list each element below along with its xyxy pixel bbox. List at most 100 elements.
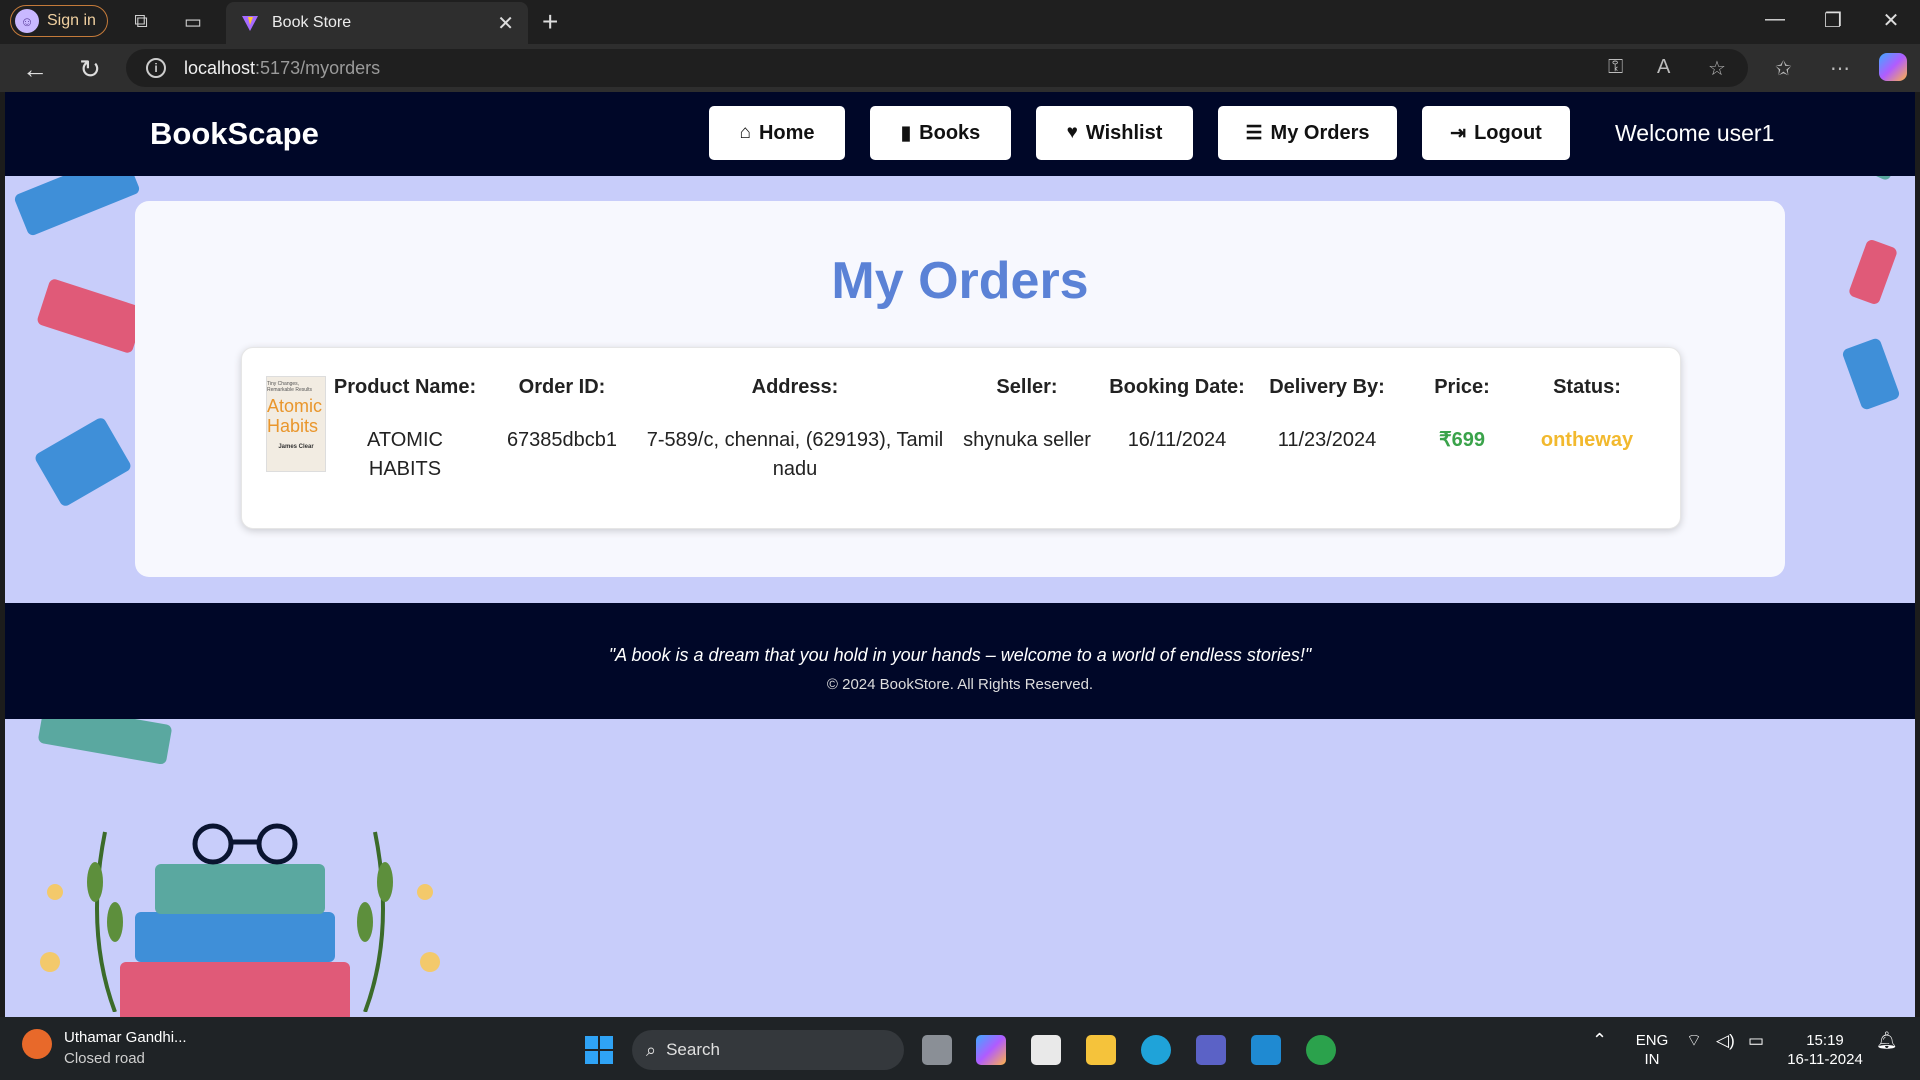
weather-subtitle[interactable]: Closed road	[64, 1050, 145, 1067]
address-bar-row: ← ↻ i localhost :5173/myorders ⚿ A ☆ ✩ ⋯	[0, 44, 1920, 92]
price-header: Price:	[1434, 376, 1490, 398]
wifi-icon[interactable]: ⌔	[1686, 1031, 1702, 1050]
site-info-icon[interactable]: i	[146, 58, 166, 78]
logout-label: Logout	[1474, 121, 1542, 144]
leaf-branch-icon	[357, 831, 440, 1012]
footer-copyright: © 2024 BookStore. All Rights Reserved.	[826, 676, 1094, 693]
decorative-book-icon	[1841, 337, 1901, 411]
cover-title: Atomic Habits	[267, 396, 323, 436]
close-window-icon[interactable]: ✕	[1871, 8, 1911, 33]
seller-column: Seller: shynuka seller	[952, 376, 1102, 455]
order-card: Tiny Changes, Remarkable Results Atomic …	[241, 347, 1681, 529]
weather-traffic-icon[interactable]	[22, 1029, 52, 1059]
footer-quote: "A book is a dream that you hold in your…	[608, 645, 1312, 665]
logout-button[interactable]: ⇥ Logout	[1422, 106, 1570, 160]
wishlist-button[interactable]: ♥ Wishlist	[1036, 106, 1193, 160]
logout-icon: ⇥	[1450, 122, 1467, 144]
clock[interactable]: 15:19 16-11-2024	[1785, 1031, 1865, 1069]
edge-browser-icon[interactable]	[1141, 1035, 1171, 1065]
cover-tagline: Tiny Changes, Remarkable Results	[267, 381, 313, 393]
clock-time: 15:19	[1806, 1032, 1844, 1049]
url-input[interactable]: i localhost :5173/myorders	[126, 49, 1748, 87]
product-value: ATOMIC HABITS	[367, 429, 443, 480]
tab-actions-icon[interactable]: ▭	[180, 9, 206, 35]
task-view-icon[interactable]	[922, 1035, 952, 1065]
close-tab-icon[interactable]: ✕	[497, 11, 514, 36]
seller-header: Seller:	[996, 376, 1058, 398]
more-options-icon[interactable]: ⋯	[1830, 56, 1850, 81]
leaf-branch-icon	[40, 831, 123, 1012]
product-header: Product Name:	[333, 376, 477, 398]
order-id-header: Order ID:	[518, 376, 606, 398]
orders-panel: My Orders Tiny Changes, Remarkable Resul…	[135, 201, 1785, 577]
tab-book-store[interactable]: Book Store ✕	[226, 2, 528, 44]
microsoft-store-icon[interactable]	[1031, 1035, 1061, 1065]
volume-icon[interactable]: ◁)	[1716, 1031, 1735, 1050]
order-id-value: 67385dbcb1	[506, 429, 618, 451]
language-code: ENG	[1635, 1032, 1669, 1049]
notification-bell-icon[interactable]: 🔔︎	[1876, 1031, 1898, 1050]
cover-author: James Clear	[278, 444, 314, 450]
booking-date-column: Booking Date: 16/11/2024	[1102, 376, 1252, 455]
address-header: Address:	[751, 376, 839, 398]
book-icon: ▮	[900, 122, 912, 144]
show-hidden-icons-icon[interactable]: ⌃	[1592, 1031, 1607, 1050]
decorative-book-icon	[1847, 238, 1899, 306]
my-orders-button[interactable]: ☰ My Orders	[1218, 106, 1397, 160]
language-indicator[interactable]: ENG IN	[1632, 1031, 1672, 1069]
vscode-icon[interactable]	[1251, 1035, 1281, 1065]
chrome-icon[interactable]	[1306, 1035, 1336, 1065]
url-host: localhost	[184, 57, 256, 78]
home-button[interactable]: ⌂ Home	[709, 106, 845, 160]
back-icon[interactable]: ←	[17, 54, 53, 85]
books-button[interactable]: ▮ Books	[870, 106, 1011, 160]
key-icon[interactable]: ⚿	[1608, 56, 1623, 79]
url-path: :5173/myorders	[255, 57, 381, 78]
taskbar-search[interactable]: ⌕ Search	[632, 1030, 904, 1070]
address-column: Address: 7-589/c, chennai, (629193), Tam…	[640, 376, 950, 484]
price-value: ₹699	[1438, 429, 1486, 451]
site-footer: "A book is a dream that you hold in your…	[5, 603, 1915, 719]
seller-value: shynuka seller	[963, 429, 1091, 451]
tab-title: Book Store	[272, 14, 352, 31]
home-icon: ⌂	[739, 122, 751, 143]
language-region: IN	[1644, 1051, 1660, 1068]
site-navbar: BookScape ⌂ Home ▮ Books ♥ Wishlist ☰ My…	[5, 92, 1915, 176]
product-column: Product Name: ATOMIC HABITS	[330, 376, 480, 484]
home-label: Home	[758, 121, 815, 144]
new-tab-icon[interactable]: +	[542, 6, 558, 38]
heart-icon: ♥	[1066, 122, 1078, 143]
file-explorer-icon[interactable]	[1086, 1035, 1116, 1065]
glasses-icon	[192, 823, 298, 865]
windows-taskbar: Uthamar Gandhi... Closed road ⌕ Search ⌃…	[0, 1017, 1920, 1080]
booking-date-header: Booking Date:	[1109, 376, 1245, 398]
search-icon: ⌕	[646, 1039, 657, 1060]
copilot-app-icon[interactable]	[976, 1035, 1006, 1065]
status-value: ontheway	[1540, 429, 1634, 451]
restore-icon[interactable]: ❐	[1813, 8, 1853, 33]
sign-in-button[interactable]: ☺ Sign in	[10, 5, 108, 37]
brand-logo[interactable]: BookScape	[150, 116, 319, 152]
vite-favicon-icon	[242, 16, 258, 31]
refresh-icon[interactable]: ↻	[72, 54, 108, 85]
decorative-book-icon	[33, 416, 133, 508]
sign-in-label: Sign in	[47, 12, 96, 29]
page-title: My Orders	[831, 252, 1089, 310]
favorites-icon[interactable]: ✩	[1775, 56, 1792, 81]
book-cover-image: Tiny Changes, Remarkable Results Atomic …	[266, 376, 326, 472]
teams-icon[interactable]	[1196, 1035, 1226, 1065]
page-viewport: BookScape ⌂ Home ▮ Books ♥ Wishlist ☰ My…	[5, 92, 1915, 1017]
books-label: Books	[919, 121, 981, 144]
browser-tab-bar: ☺ Sign in ⧉ ▭ Book Store ✕ + — ❐ ✕	[0, 0, 1920, 44]
favorite-star-icon[interactable]: ☆	[1708, 56, 1726, 81]
copilot-icon[interactable]	[1879, 53, 1907, 81]
workspaces-icon[interactable]: ⧉	[128, 9, 154, 35]
minimize-icon[interactable]: —	[1755, 8, 1795, 31]
start-windows-icon[interactable]	[585, 1036, 613, 1064]
weather-title[interactable]: Uthamar Gandhi...	[64, 1029, 187, 1046]
battery-icon[interactable]: ▭	[1748, 1031, 1764, 1050]
delivery-by-column: Delivery By: 11/23/2024	[1252, 376, 1402, 455]
status-column: Status: ontheway	[1517, 376, 1657, 455]
welcome-text: Welcome user1	[1615, 120, 1775, 146]
read-aloud-icon[interactable]: A	[1657, 56, 1670, 79]
